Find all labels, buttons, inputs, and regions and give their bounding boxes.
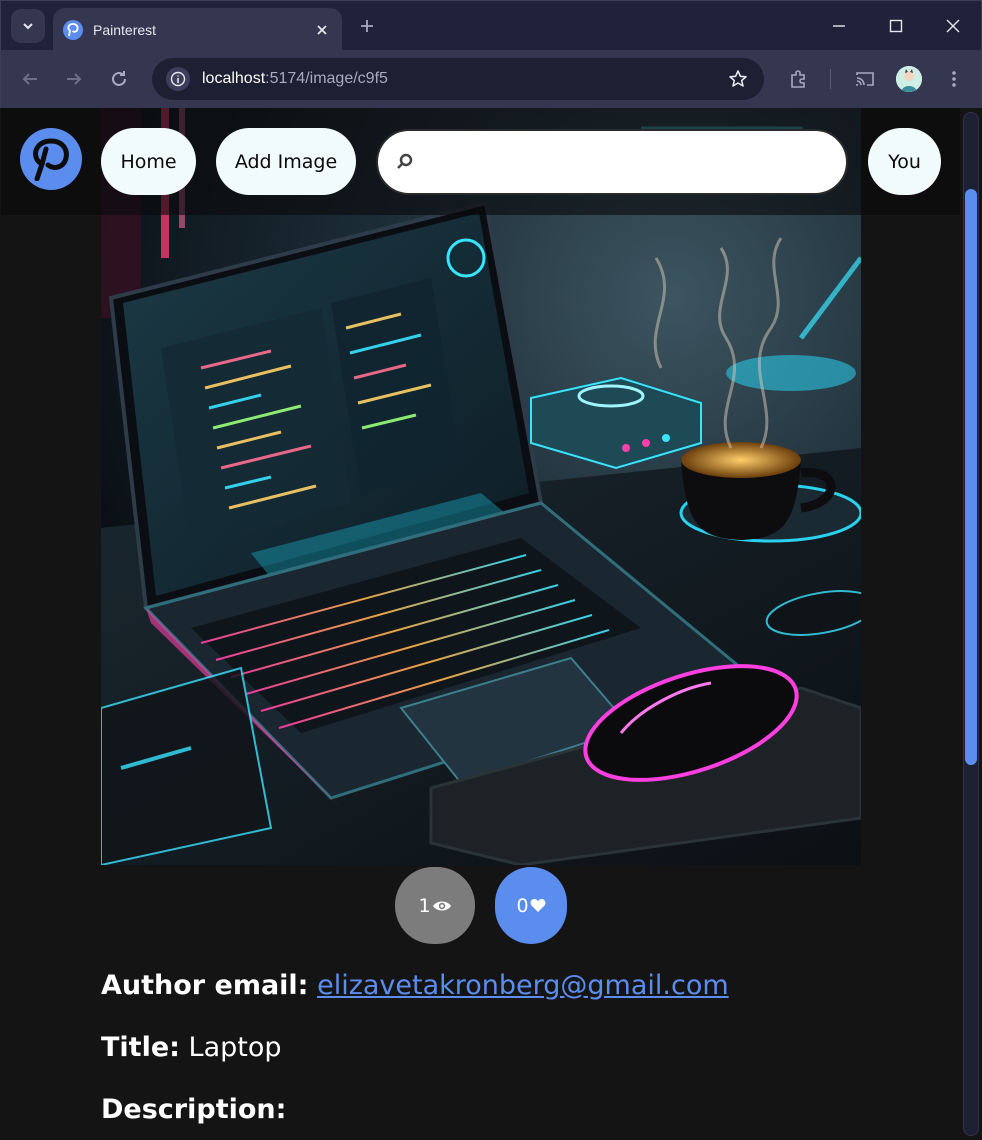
maximize-icon bbox=[889, 19, 903, 33]
kebab-menu-icon bbox=[952, 71, 956, 87]
profile-button[interactable]: You bbox=[868, 128, 941, 195]
search-bar[interactable] bbox=[376, 129, 848, 195]
minimize-icon bbox=[833, 25, 845, 27]
minimize-button[interactable] bbox=[824, 11, 854, 41]
tab-search-button[interactable] bbox=[11, 9, 45, 43]
cast-icon bbox=[856, 72, 874, 86]
scroll-thumb[interactable] bbox=[965, 189, 977, 765]
pinterest-logo-icon bbox=[63, 19, 83, 40]
tab-title: Painterest bbox=[93, 21, 157, 38]
likes-count: 0 bbox=[516, 894, 529, 917]
reload-icon bbox=[112, 71, 126, 86]
author-email-link[interactable]: elizavetakronberg@gmail.com bbox=[317, 970, 729, 1001]
star-icon[interactable] bbox=[726, 67, 750, 91]
add-image-button[interactable]: Add Image bbox=[216, 128, 356, 195]
page-viewport: Home Add Image You 1 0 Author email: eli… bbox=[1, 108, 960, 1140]
title-row: Title: Laptop bbox=[101, 1030, 901, 1092]
pinterest-logo-icon[interactable] bbox=[20, 128, 82, 190]
close-icon[interactable] bbox=[312, 20, 332, 40]
scroll-track[interactable] bbox=[963, 112, 979, 1136]
page-scrollbar[interactable] bbox=[960, 108, 982, 1140]
heart-icon bbox=[530, 899, 545, 912]
site-header: Home Add Image You bbox=[1, 108, 960, 215]
close-icon bbox=[946, 19, 960, 33]
info-icon[interactable] bbox=[166, 67, 190, 91]
url-text: localhost:5174/image/c9f5 bbox=[202, 70, 726, 88]
arrow-right-icon bbox=[67, 73, 82, 85]
browser-tab[interactable]: Painterest bbox=[53, 8, 342, 51]
like-button[interactable]: 0 bbox=[495, 867, 567, 944]
title-value: Laptop bbox=[188, 1032, 282, 1063]
browser-tabstrip: Painterest bbox=[0, 0, 982, 51]
back-button[interactable] bbox=[15, 64, 45, 94]
avatar[interactable] bbox=[896, 66, 922, 92]
home-button[interactable]: Home bbox=[101, 128, 196, 195]
author-row: Author email: elizavetakronberg@gmail.co… bbox=[101, 968, 901, 1030]
forward-button[interactable] bbox=[59, 64, 89, 94]
arrow-left-icon bbox=[22, 73, 37, 85]
extensions-button[interactable] bbox=[783, 64, 813, 94]
close-window-button[interactable] bbox=[938, 11, 968, 41]
reload-button[interactable] bbox=[104, 64, 134, 94]
url-path: :5174/image/c9f5 bbox=[265, 70, 388, 87]
cast-button[interactable] bbox=[850, 64, 880, 94]
puzzle-icon bbox=[791, 70, 805, 88]
url-host: localhost bbox=[202, 70, 266, 87]
views-count: 1 bbox=[418, 894, 431, 917]
browser-menu-button[interactable] bbox=[939, 64, 969, 94]
author-label: Author email: bbox=[101, 970, 309, 1001]
chevron-down-icon bbox=[23, 23, 33, 30]
address-bar[interactable]: localhost:5174/image/c9f5 bbox=[152, 58, 764, 100]
maximize-button[interactable] bbox=[881, 11, 911, 41]
description-row: Description: bbox=[101, 1092, 901, 1140]
new-tab-button[interactable] bbox=[353, 12, 381, 40]
plus-icon bbox=[361, 20, 373, 32]
views-badge: 1 bbox=[395, 867, 475, 944]
image-details: Author email: elizavetakronberg@gmail.co… bbox=[101, 968, 901, 1140]
search-input[interactable] bbox=[420, 131, 828, 193]
image-preview bbox=[101, 108, 861, 865]
description-label: Description: bbox=[101, 1094, 287, 1125]
toolbar-divider bbox=[830, 69, 831, 89]
browser-toolbar: localhost:5174/image/c9f5 bbox=[0, 50, 982, 108]
search-icon bbox=[397, 153, 413, 169]
title-label: Title: bbox=[101, 1032, 180, 1063]
laptop-photo bbox=[101, 108, 861, 865]
eye-icon bbox=[432, 901, 451, 910]
